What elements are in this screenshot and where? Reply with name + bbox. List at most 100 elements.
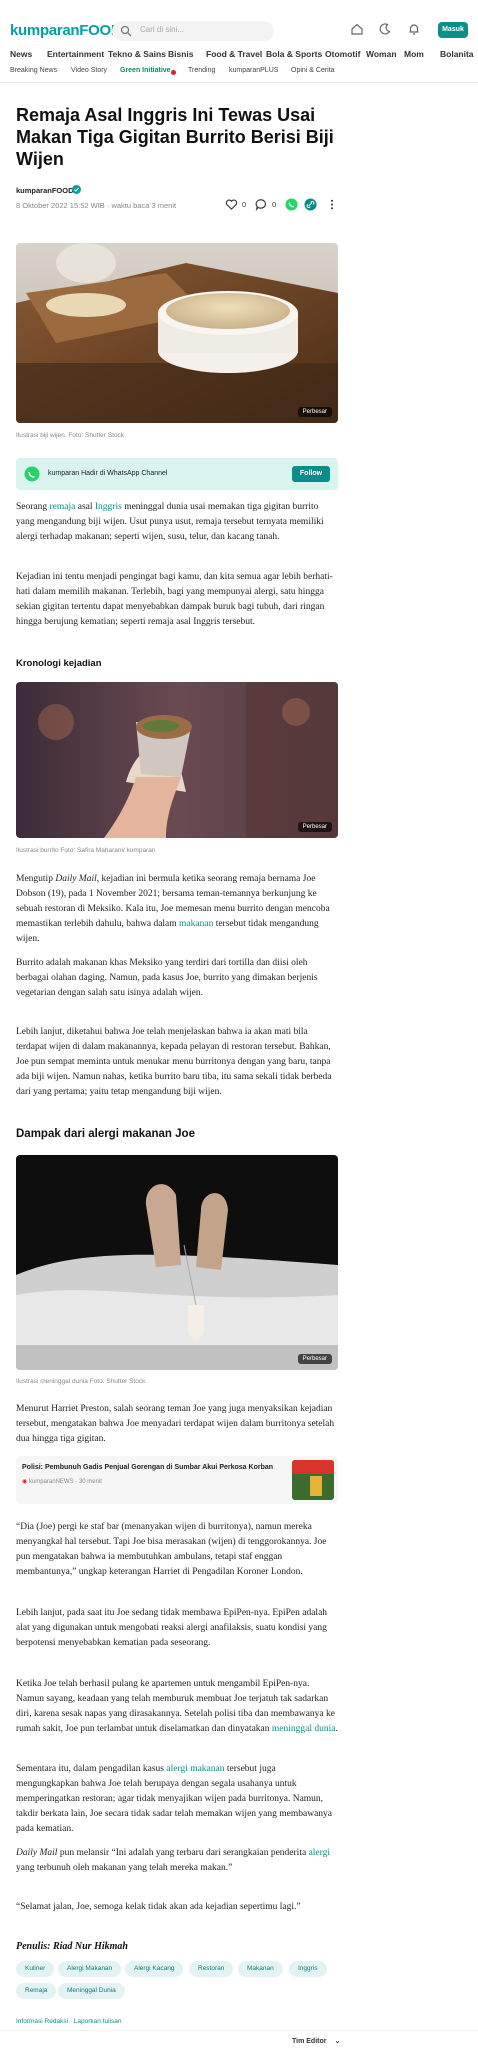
search-placeholder: Cari di sini... (140, 25, 185, 34)
tag-remaja[interactable]: Remaja (16, 1983, 57, 1999)
footer-links[interactable]: Informasi Redaksi · Laporkan tulisan (16, 2018, 122, 2025)
related-article-meta: ◉ kumparanNEWS · 30 menit (22, 1478, 102, 1485)
top-header: kumparanFOOD Cari di sini... Masuk (0, 0, 478, 46)
subheading-kronologi: Kronologi kejadian (16, 658, 102, 669)
search-input[interactable]: Cari di sini... (112, 21, 274, 41)
subnav-opini-cerita[interactable]: Opini & Cerita (291, 67, 335, 74)
subnav-kumparanplus[interactable]: kumparanPLUS (229, 67, 278, 74)
nav-item-bolanita[interactable]: Bolanita (440, 49, 474, 59)
related-article-card[interactable]: Polisi: Pembunuh Gadis Penjual Gorengan … (16, 1456, 338, 1504)
nav-item-food-travel[interactable]: Food & Travel (206, 49, 262, 59)
nav-item-woman[interactable]: Woman (366, 49, 397, 59)
follow-button[interactable]: Follow (292, 466, 330, 482)
logo-main: kumparan (10, 22, 80, 39)
notification-bell-icon[interactable] (407, 22, 421, 36)
text: Sementara itu, dalam pengadilan kasus (16, 1764, 167, 1774)
link-meninggal-dunia[interactable]: meninggal dunia (272, 1724, 336, 1734)
paragraph-9: Ketika Joe telah berhasil pulang ke apar… (16, 1677, 338, 1737)
nav-item-news[interactable]: News (10, 49, 32, 59)
tag-meninggal-dunia[interactable]: Meninggal Dunia (58, 1983, 125, 1999)
nav-divider (0, 82, 478, 83)
paragraph-5: Lebih lanjut, diketahui bahwa Joe telah … (16, 1027, 332, 1097)
paragraph-3: Mengutip Daily Mail, kejadian ini bermul… (16, 872, 338, 947)
paragraph-8: Lebih lanjut, pada saat itu Joe sedang t… (16, 1608, 328, 1648)
tag-inggris[interactable]: Inggris (289, 1961, 327, 1977)
link-inggris[interactable]: Inggris (95, 502, 122, 512)
tag-kuliner[interactable]: Kuliner (16, 1961, 55, 1977)
footer-divider (0, 2030, 478, 2031)
like-heart-icon[interactable] (225, 198, 238, 211)
text: pun melansir “Ini adalah yang terbaru da… (57, 1848, 309, 1858)
tag-makanan[interactable]: Makanan (238, 1961, 283, 1977)
paragraph-12: “Selamat jalan, Joe, semoga kelak tidak … (16, 1902, 301, 1912)
source-name: Daily Mail (16, 1848, 58, 1858)
link-makanan[interactable]: makanan (179, 919, 213, 929)
whatsapp-channel-banner: kumparan Hadir di WhatsApp Channel Follo… (16, 458, 338, 490)
related-article-title: Polisi: Pembunuh Gadis Penjual Gorengan … (22, 1464, 274, 1471)
like-count: 0 (242, 200, 247, 209)
subheading-dampak: Dampak dari alergi makanan Joe (16, 1128, 195, 1140)
live-dot-icon (171, 70, 176, 75)
article-title: Remaja Asal Inggris Ini Tewas Usai Makan… (16, 105, 334, 169)
morgue-illustration (16, 1155, 338, 1370)
home-icon[interactable] (350, 22, 364, 36)
related-article-thumbnail (292, 1460, 334, 1500)
paragraph-1: Seorang remaja asal Inggris meninggal du… (16, 500, 338, 545)
paragraph-7: “Dia (Joe) pergi ke staf bar (menanyakan… (16, 1522, 327, 1577)
related-time: 30 menit (78, 1479, 102, 1485)
sesame-seeds-image[interactable]: Perbesar (16, 243, 338, 423)
nav-item-tekno-sains[interactable]: Tekno & Sains (108, 49, 166, 59)
zoom-button[interactable]: Perbesar (297, 822, 332, 832)
text: tersebut juga mengungkapkan bahwa Joe te… (16, 1764, 333, 1834)
chevron-down-icon: ⌄ (334, 2038, 341, 2045)
more-options-icon[interactable] (328, 198, 336, 211)
image-caption: Ilustrasi biji wijen. Foto: Shutter Stoc… (16, 432, 125, 439)
zoom-button[interactable]: Perbesar (297, 407, 332, 417)
related-source: kumparanNEWS (28, 1479, 74, 1485)
sub-nav: Breaking News Video Story Green Initiati… (0, 64, 478, 80)
nav-item-bisnis[interactable]: Bisnis (168, 49, 194, 59)
site-logo[interactable]: kumparanFOOD (10, 22, 122, 39)
subnav-green-initiative[interactable]: Green Initiative (120, 67, 171, 74)
dark-mode-icon[interactable] (378, 22, 392, 36)
text: asal (75, 502, 95, 512)
source-badge-icon: ◉ (22, 1479, 29, 1485)
nav-item-entertainment[interactable]: Entertainment (47, 49, 104, 59)
nav-item-mom[interactable]: Mom (404, 49, 424, 59)
nav-item-otomotif[interactable]: Otomotif (325, 49, 360, 59)
burrito-image[interactable]: Perbesar (16, 682, 338, 838)
comment-icon[interactable] (255, 198, 268, 211)
link-remaja[interactable]: remaja (50, 502, 76, 512)
whatsapp-icon (24, 466, 40, 482)
link-alergi-makanan[interactable]: alergi makanan (166, 1764, 224, 1774)
subnav-trending[interactable]: Trending (188, 67, 215, 74)
article-meta: 8 Oktober 2022 15:52 WIB · waktu baca 3 … (16, 201, 177, 210)
whatsapp-banner-text: kumparan Hadir di WhatsApp Channel (48, 470, 168, 477)
subnav-breaking-news[interactable]: Breaking News (10, 67, 57, 74)
paragraph-4: Burrito adalah makanan khas Meksiko yang… (16, 958, 318, 998)
text: Mengutip (16, 874, 56, 884)
nav-item-bola-sports[interactable]: Bola & Sports (266, 49, 322, 59)
tag-restoran[interactable]: Restoran (189, 1961, 234, 1977)
deceased-illustration-image[interactable]: Perbesar (16, 1155, 338, 1370)
verified-badge-icon (72, 185, 81, 194)
zoom-button[interactable]: Perbesar (297, 1354, 332, 1364)
tag-alergi-kacang[interactable]: Alergi Kacang (125, 1961, 184, 1977)
text: Seorang (16, 502, 50, 512)
article-writer: Penulis: Riad Nur Hikmah (16, 1941, 128, 1952)
text: yang terbunuh oleh makanan yang telah me… (16, 1863, 233, 1873)
source-name: Daily Mail (55, 874, 97, 884)
search-icon (120, 25, 132, 37)
tag-alergi-makanan[interactable]: Alergi Makanan (58, 1961, 122, 1977)
editor-label: Tim Editor (292, 2038, 327, 2045)
link-alergi[interactable]: alergi (309, 1848, 330, 1858)
text: . (335, 1724, 338, 1734)
paragraph-10: Sementara itu, dalam pengadilan kasus al… (16, 1762, 338, 1837)
burrito-illustration (16, 682, 338, 838)
editor-dropdown[interactable]: Tim Editor ⌄ (292, 2037, 340, 2045)
login-button[interactable]: Masuk (438, 22, 468, 38)
copy-link-icon[interactable] (304, 198, 317, 211)
article-author[interactable]: kumparanFOOD (16, 186, 74, 195)
subnav-video-story[interactable]: Video Story (71, 67, 107, 74)
whatsapp-share-icon[interactable] (285, 198, 298, 211)
